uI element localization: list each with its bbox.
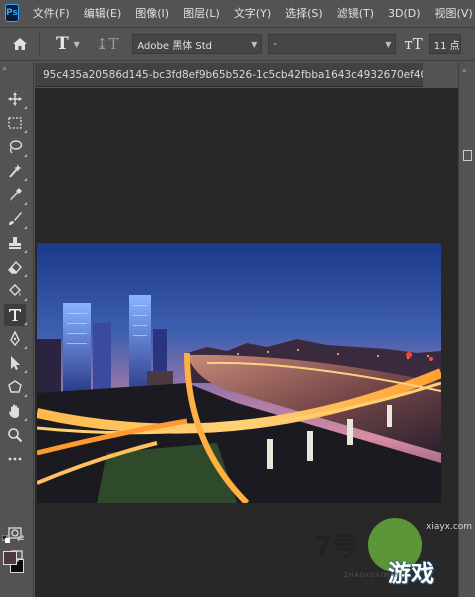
menu-file[interactable]: 文件(F) bbox=[33, 5, 70, 21]
tool-preset-picker[interactable]: T ▼ bbox=[56, 34, 80, 54]
city-night-photo bbox=[37, 243, 441, 503]
quick-mask-icon[interactable] bbox=[4, 522, 26, 544]
toggle-text-orientation-icon[interactable]: ↨T bbox=[96, 35, 119, 53]
canvas-image[interactable] bbox=[37, 243, 441, 503]
menu-3d[interactable]: 3D(D) bbox=[388, 7, 421, 20]
shape-tool-icon[interactable] bbox=[4, 376, 27, 398]
eyedropper-tool-icon[interactable] bbox=[4, 184, 27, 206]
menu-image[interactable]: 图像(I) bbox=[135, 5, 169, 21]
pen-tool-icon[interactable] bbox=[4, 328, 27, 350]
brush-tool-icon[interactable] bbox=[4, 208, 27, 230]
more-tools-icon[interactable] bbox=[4, 448, 26, 470]
options-bar: T ▼ ↨T Adobe 黑体 Std ▼ - ▼ ᴛT 11 点 bbox=[0, 27, 475, 61]
type-tool-icon: T bbox=[56, 34, 69, 54]
menu-type[interactable]: 文字(Y) bbox=[234, 5, 271, 21]
chevron-down-icon: ▼ bbox=[251, 39, 258, 49]
panel-collapse-icon[interactable]: » bbox=[2, 64, 7, 73]
document-title: 95c435a20586d145-bc3fd8ef9b65b526-1c5cb4… bbox=[43, 68, 423, 81]
tools-panel: » ⇄ bbox=[0, 62, 34, 597]
separator bbox=[39, 33, 40, 55]
panel-icon[interactable] bbox=[463, 150, 472, 161]
move-tool-icon[interactable] bbox=[4, 88, 27, 110]
menu-edit[interactable]: 编辑(E) bbox=[84, 5, 122, 21]
watermark-domain: xiayx.com bbox=[426, 522, 473, 532]
marquee-tool-icon[interactable] bbox=[4, 112, 27, 134]
menu-bar: Ps 文件(F) 编辑(E) 图像(I) 图层(L) 文字(Y) 选择(S) 滤… bbox=[0, 0, 475, 26]
photoshop-logo[interactable]: Ps bbox=[5, 4, 19, 22]
menu-select[interactable]: 选择(S) bbox=[285, 5, 323, 21]
chevron-down-icon: ▼ bbox=[385, 39, 392, 49]
type-tool-icon[interactable] bbox=[4, 304, 27, 326]
chevron-down-icon: ▼ bbox=[73, 39, 80, 49]
font-size-value: 11 点 bbox=[433, 40, 460, 52]
paint-bucket-tool-icon[interactable] bbox=[4, 280, 27, 302]
watermark: 7号 xiayx.com 游戏 ZHAOXUXIWANG bbox=[300, 510, 473, 592]
menu-layer[interactable]: 图层(L) bbox=[183, 5, 220, 21]
font-family-select[interactable]: Adobe 黑体 Std ▼ bbox=[132, 34, 263, 54]
font-style-select[interactable]: - ▼ bbox=[268, 34, 397, 54]
path-selection-tool-icon[interactable] bbox=[4, 352, 27, 374]
zoom-tool-icon[interactable] bbox=[4, 424, 26, 446]
watermark-logo-text: 7号 bbox=[314, 532, 357, 562]
watermark-sub-text: ZHAOXUXIWANG bbox=[344, 572, 407, 579]
font-size-icon: ᴛT bbox=[404, 35, 423, 53]
hand-tool-icon[interactable] bbox=[4, 400, 27, 422]
quick-selection-tool-icon[interactable] bbox=[4, 160, 27, 182]
clone-stamp-tool-icon[interactable] bbox=[4, 232, 27, 254]
font-size-select[interactable]: 11 点 bbox=[428, 34, 461, 54]
menu-view[interactable]: 视图(V) bbox=[435, 5, 473, 21]
eraser-tool-icon[interactable] bbox=[4, 256, 27, 278]
foreground-color-swatch[interactable] bbox=[3, 551, 17, 565]
watermark-main-text: 游戏 bbox=[388, 561, 434, 587]
lasso-tool-icon[interactable] bbox=[4, 136, 27, 158]
font-style-value: - bbox=[273, 38, 277, 50]
panel-collapse-icon[interactable]: « bbox=[462, 66, 467, 75]
home-icon[interactable] bbox=[7, 31, 33, 57]
menu-filter[interactable]: 滤镜(T) bbox=[337, 5, 374, 21]
font-family-value: Adobe 黑体 Std bbox=[137, 40, 212, 52]
document-tab[interactable]: 95c435a20586d145-bc3fd8ef9b65b526-1c5cb4… bbox=[35, 63, 423, 87]
